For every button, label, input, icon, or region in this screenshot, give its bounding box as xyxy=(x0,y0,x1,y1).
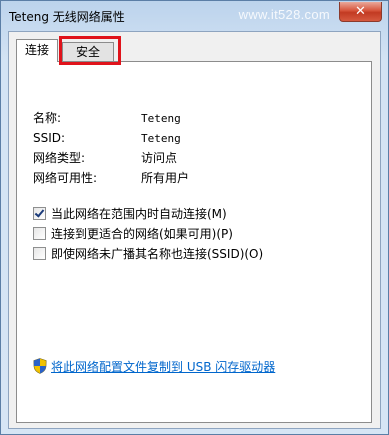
property-value: Teteng xyxy=(141,112,181,125)
uac-shield-icon xyxy=(33,358,47,374)
property-value: 所有用户 xyxy=(141,171,190,185)
checkbox-checked-icon[interactable] xyxy=(33,207,46,220)
checkbox-label: 当此网络在范围内时自动连接(M) xyxy=(51,207,227,221)
window-title: Teteng 无线网络属性 xyxy=(9,10,125,24)
checkbox-unchecked-icon[interactable] xyxy=(33,247,46,260)
close-button[interactable]: ✕ xyxy=(339,2,382,22)
property-value: Teteng xyxy=(141,132,181,145)
checkbox-label: 即使网络未广播其名称也连接(SSID)(O) xyxy=(51,247,264,261)
property-network-type: 网络类型: 访问点 xyxy=(33,149,177,167)
properties-window: Teteng 无线网络属性 www.it528.com ✕ 连接 安全 名称: T… xyxy=(0,0,389,435)
checkbox-hidden-ssid[interactable]: 即使网络未广播其名称也连接(SSID)(O) xyxy=(33,245,263,263)
checkbox-unchecked-icon[interactable] xyxy=(33,227,46,240)
property-availability: 网络可用性: 所有用户 xyxy=(33,169,189,187)
checkbox-label: 连接到更适合的网络(如果可用)(P) xyxy=(51,227,233,241)
checkbox-auto-connect[interactable]: 当此网络在范围内时自动连接(M) xyxy=(33,205,227,223)
property-label: 名称: xyxy=(33,111,62,125)
close-icon: ✕ xyxy=(355,4,366,19)
tab-connection[interactable]: 连接 xyxy=(16,39,59,62)
copy-profile-link[interactable]: 将此网络配置文件复制到 USB 闪存驱动器 xyxy=(51,360,275,374)
dialog-client-area: 连接 安全 名称: Teteng SSID: Teteng 网络类型: 访问点 网络可… xyxy=(8,31,381,429)
property-label: 网络类型: xyxy=(33,151,86,165)
tab-connection-label: 连接 xyxy=(25,43,50,57)
property-name: 名称: Teteng xyxy=(33,109,181,127)
connection-panel: 名称: Teteng SSID: Teteng 网络类型: 访问点 网络可用性: 所有用… xyxy=(16,61,372,423)
property-ssid: SSID: Teteng xyxy=(33,129,181,147)
title-bar[interactable]: Teteng 无线网络属性 www.it528.com ✕ xyxy=(1,1,388,31)
checkbox-prefer-network[interactable]: 连接到更适合的网络(如果可用)(P) xyxy=(33,225,233,243)
property-label: 网络可用性: xyxy=(33,171,98,185)
property-label: SSID: xyxy=(33,131,66,145)
property-value: 访问点 xyxy=(141,151,178,165)
copy-profile-link-row[interactable]: 将此网络配置文件复制到 USB 闪存驱动器 xyxy=(33,358,275,376)
security-tab-highlight xyxy=(59,36,121,65)
watermark: www.it528.com xyxy=(238,7,330,22)
